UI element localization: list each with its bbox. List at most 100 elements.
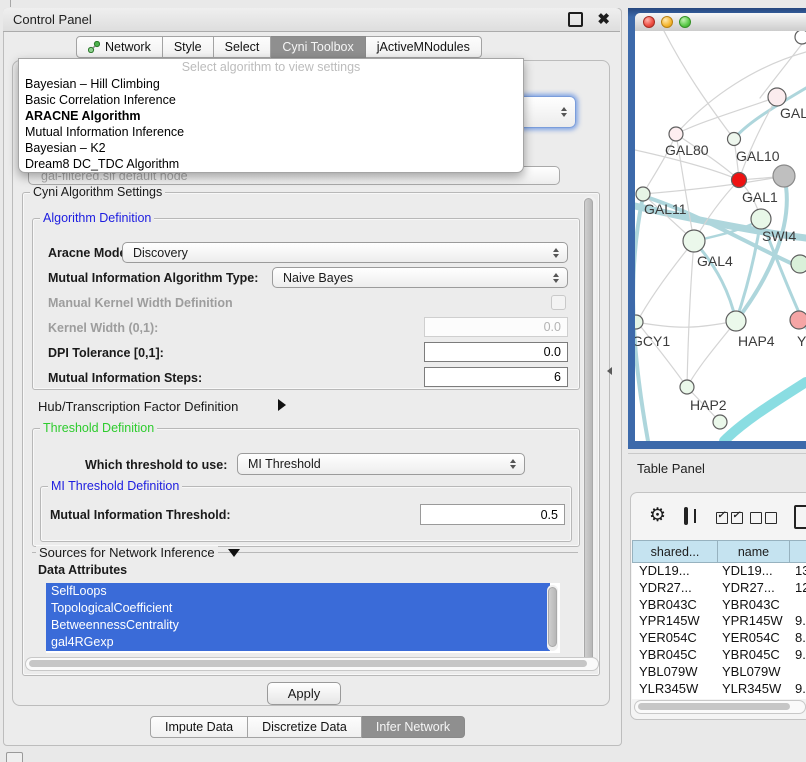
table-cell[interactable]: YBR045C (632, 647, 718, 664)
table-cell[interactable] (790, 597, 806, 614)
algorithm-option[interactable]: Bayesian – Hill Climbing (19, 76, 523, 92)
table-cell[interactable]: 9. (790, 697, 806, 699)
table-cell[interactable]: YPR145W (718, 613, 790, 630)
table-cell[interactable]: 13 (790, 563, 806, 580)
minimized-panel-icon[interactable] (6, 752, 23, 762)
table-cell[interactable]: YBR045C (718, 647, 790, 664)
tab-jactivemnodules[interactable]: jActiveMNodules (366, 36, 482, 58)
table-cell[interactable]: YDR27... (718, 580, 790, 597)
network-node[interactable] (773, 165, 795, 187)
algorithm-option[interactable]: Bayesian – K2 (19, 140, 523, 156)
table-row[interactable]: YLR345WYLR345W9. (632, 681, 806, 698)
table-cell[interactable]: YBL079W (632, 664, 718, 681)
network-node[interactable] (635, 315, 643, 329)
table-row[interactable]: YBL079WYBL079W (632, 664, 806, 681)
mi-steps-input[interactable] (424, 367, 568, 387)
expand-triangle-icon[interactable] (278, 399, 286, 411)
network-edge[interactable] (687, 241, 694, 387)
apply-button[interactable]: Apply (267, 682, 341, 705)
which-threshold-combobox[interactable]: MI Threshold (237, 453, 525, 475)
close-traffic-light-icon[interactable] (643, 16, 655, 28)
column-header-partial[interactable] (790, 540, 806, 563)
table-cell[interactable]: YBL079W (718, 664, 790, 681)
attribute-item[interactable]: SelfLoops (46, 583, 550, 600)
table-cell[interactable]: 9. (790, 681, 806, 698)
table-cell[interactable]: YIL052C (632, 697, 718, 699)
table-hscrollbar[interactable] (634, 700, 806, 714)
data-attributes-list[interactable]: SelfLoopsTopologicalCoefficientBetweenne… (46, 583, 560, 653)
network-node[interactable] (726, 311, 746, 331)
algorithm-option[interactable]: ARACNE Algorithm (19, 108, 523, 124)
network-edge[interactable] (724, 382, 806, 441)
table-cell[interactable]: 8. (790, 630, 806, 647)
collapse-triangle-icon[interactable] (228, 549, 240, 557)
table-cell[interactable]: 9. (790, 647, 806, 664)
table-row[interactable]: YIL052CYIL052C9. (632, 697, 806, 699)
attribute-item[interactable]: BetweennessCentrality (46, 617, 550, 634)
mi-algorithm-type-combobox[interactable]: Naive Bayes (272, 267, 568, 288)
kernel-width-input[interactable] (424, 317, 568, 337)
table-cell[interactable]: YDL19... (632, 563, 718, 580)
gear-icon[interactable]: ⚙ (649, 506, 666, 526)
close-icon[interactable]: ✖ (597, 14, 610, 25)
table-cell[interactable]: YBR043C (718, 597, 790, 614)
export-table-icon[interactable] (794, 505, 806, 529)
table-hscrollbar-thumb[interactable] (638, 703, 790, 710)
table-row[interactable]: YBR045CYBR045C9. (632, 647, 806, 664)
network-node[interactable] (751, 209, 771, 229)
network-node[interactable] (790, 311, 806, 329)
tab-impute-data[interactable]: Impute Data (150, 716, 248, 738)
network-edge[interactable] (637, 322, 687, 387)
algorithm-option[interactable]: Basic Correlation Inference (19, 92, 523, 108)
aracne-mode-combobox[interactable]: Discovery (122, 242, 568, 263)
network-node[interactable] (636, 187, 650, 201)
table-cell[interactable]: 12 (790, 580, 806, 597)
network-node[interactable] (683, 230, 705, 252)
table-cell[interactable]: YDR27... (632, 580, 718, 597)
table-body[interactable]: YDL19...YDL19...13YDR27...YDR27...12YBR0… (632, 563, 806, 699)
settings-scrollbar-thumb[interactable] (584, 198, 593, 666)
minimize-traffic-light-icon[interactable] (661, 16, 673, 28)
network-edge[interactable] (687, 321, 736, 387)
network-window-titlebar[interactable] (635, 13, 806, 32)
tab-infer-network[interactable]: Infer Network (362, 716, 465, 738)
attributes-scrollbar[interactable] (547, 585, 558, 651)
table-cell[interactable]: 9. (790, 613, 806, 630)
network-node[interactable] (768, 88, 786, 106)
table-row[interactable]: YDL19...YDL19...13 (632, 563, 806, 580)
settings-scrollbar[interactable] (583, 196, 596, 670)
attribute-item[interactable]: TopologicalCoefficient (46, 600, 550, 617)
table-row[interactable]: YBR043CYBR043C (632, 597, 806, 614)
tab-discretize-data[interactable]: Discretize Data (248, 716, 362, 738)
mutual-information-threshold-input[interactable] (420, 504, 565, 525)
settings-hscrollbar[interactable] (25, 657, 599, 671)
tab-cyni-toolbox[interactable]: Cyni Toolbox (271, 36, 365, 58)
table-cell[interactable]: YER054C (632, 630, 718, 647)
table-row[interactable]: YER054CYER054C8. (632, 630, 806, 647)
attribute-item[interactable]: gal4RGexp (46, 634, 550, 651)
table-cell[interactable]: YBR043C (632, 597, 718, 614)
table-row[interactable]: YDR27...YDR27...12 (632, 580, 806, 597)
table-cell[interactable]: YIL052C (718, 697, 790, 699)
settings-hscrollbar-thumb[interactable] (29, 660, 587, 667)
tab-style[interactable]: Style (163, 36, 214, 58)
select-all-columns-icon[interactable] (716, 512, 746, 527)
float-window-icon[interactable] (568, 12, 583, 27)
network-node[interactable] (713, 415, 727, 429)
network-node[interactable] (732, 173, 747, 188)
algorithm-option[interactable]: Dream8 DC_TDC Algorithm (19, 156, 523, 172)
network-node[interactable] (791, 255, 806, 273)
network-graph[interactable]: GALGAL80GAL10GAL1GAL11SWI4GAL4GCY1HAP4YH… (635, 31, 806, 441)
split-columns-icon[interactable] (684, 507, 688, 525)
attributes-scrollbar-thumb[interactable] (548, 587, 557, 647)
tab-select[interactable]: Select (214, 36, 272, 58)
table-cell[interactable]: YLR345W (632, 681, 718, 698)
table-row[interactable]: YPR145WYPR145W9. (632, 613, 806, 630)
network-node[interactable] (795, 31, 806, 44)
network-canvas[interactable]: GALGAL80GAL10GAL1GAL11SWI4GAL4GCY1HAP4YH… (635, 31, 806, 441)
table-cell[interactable]: YLR345W (718, 681, 790, 698)
network-node[interactable] (728, 133, 741, 146)
network-edge[interactable] (636, 321, 736, 327)
table-cell[interactable]: YPR145W (632, 613, 718, 630)
table-cell[interactable]: YER054C (718, 630, 790, 647)
